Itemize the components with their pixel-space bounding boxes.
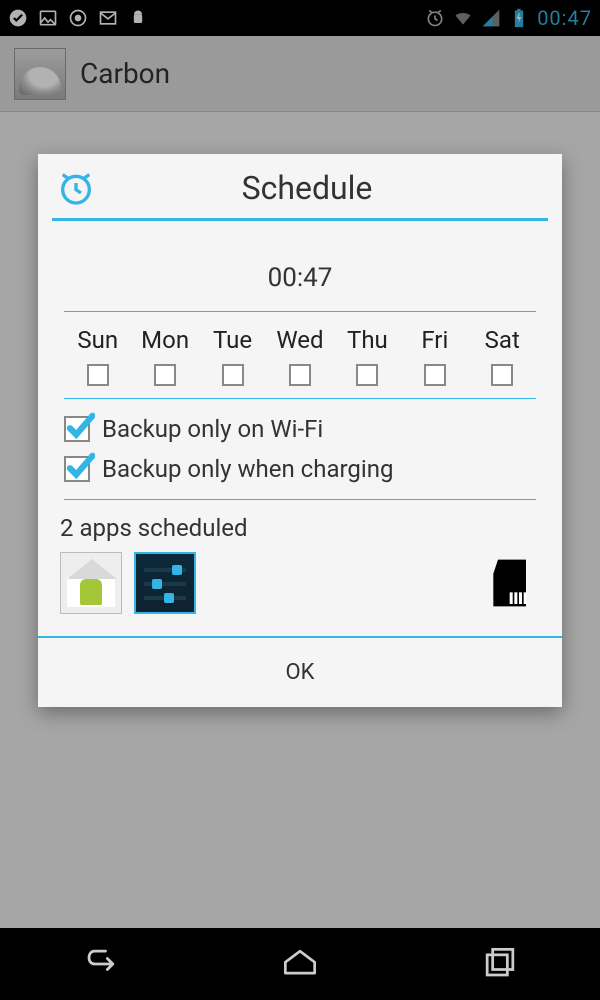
- option-label: Backup only on Wi-Fi: [102, 415, 323, 443]
- scheduled-apps-row: [56, 552, 544, 632]
- dialog-title: Schedule: [110, 169, 504, 207]
- day-label: Wed: [266, 326, 333, 354]
- checkbox-icon[interactable]: [64, 456, 90, 482]
- day-checkbox[interactable]: [154, 364, 176, 386]
- scheduled-apps-label: 2 apps scheduled: [56, 500, 544, 552]
- day-picker: Sun Mon Tue Wed Thu Fri: [56, 312, 544, 398]
- home-button[interactable]: [278, 942, 322, 986]
- day-wed[interactable]: Wed: [266, 326, 333, 394]
- day-checkbox[interactable]: [491, 364, 513, 386]
- day-label: Mon: [131, 326, 198, 354]
- day-label: Sun: [64, 326, 131, 354]
- day-label: Sat: [469, 326, 536, 354]
- day-label: Fri: [401, 326, 468, 354]
- sd-card-icon[interactable]: [484, 555, 540, 611]
- checkbox-icon[interactable]: [64, 416, 90, 442]
- day-label: Thu: [334, 326, 401, 354]
- day-sat[interactable]: Sat: [469, 326, 536, 394]
- day-checkbox[interactable]: [356, 364, 378, 386]
- navigation-bar: [0, 928, 600, 1000]
- schedule-time[interactable]: 00:47: [56, 235, 544, 311]
- backup-options: Backup only on Wi-Fi Backup only when ch…: [56, 399, 544, 499]
- day-checkbox[interactable]: [87, 364, 109, 386]
- day-mon[interactable]: Mon: [131, 326, 198, 394]
- day-label: Tue: [199, 326, 266, 354]
- day-tue[interactable]: Tue: [199, 326, 266, 394]
- alarm-clock-icon: [56, 168, 96, 208]
- schedule-dialog: Schedule 00:47 Sun Mon Tue Wed Thu: [38, 154, 562, 707]
- settings-app-icon[interactable]: [134, 552, 196, 614]
- day-checkbox[interactable]: [222, 364, 244, 386]
- day-checkbox[interactable]: [424, 364, 446, 386]
- ok-button[interactable]: OK: [38, 638, 562, 707]
- day-fri[interactable]: Fri: [401, 326, 468, 394]
- option-label: Backup only when charging: [102, 455, 393, 483]
- option-wifi-only[interactable]: Backup only on Wi-Fi: [64, 409, 536, 449]
- day-sun[interactable]: Sun: [64, 326, 131, 394]
- back-button[interactable]: [78, 942, 122, 986]
- recents-button[interactable]: [478, 942, 522, 986]
- dialog-header: Schedule: [38, 154, 562, 218]
- day-thu[interactable]: Thu: [334, 326, 401, 394]
- launcher-app-icon[interactable]: [60, 552, 122, 614]
- option-charging-only[interactable]: Backup only when charging: [64, 449, 536, 489]
- day-checkbox[interactable]: [289, 364, 311, 386]
